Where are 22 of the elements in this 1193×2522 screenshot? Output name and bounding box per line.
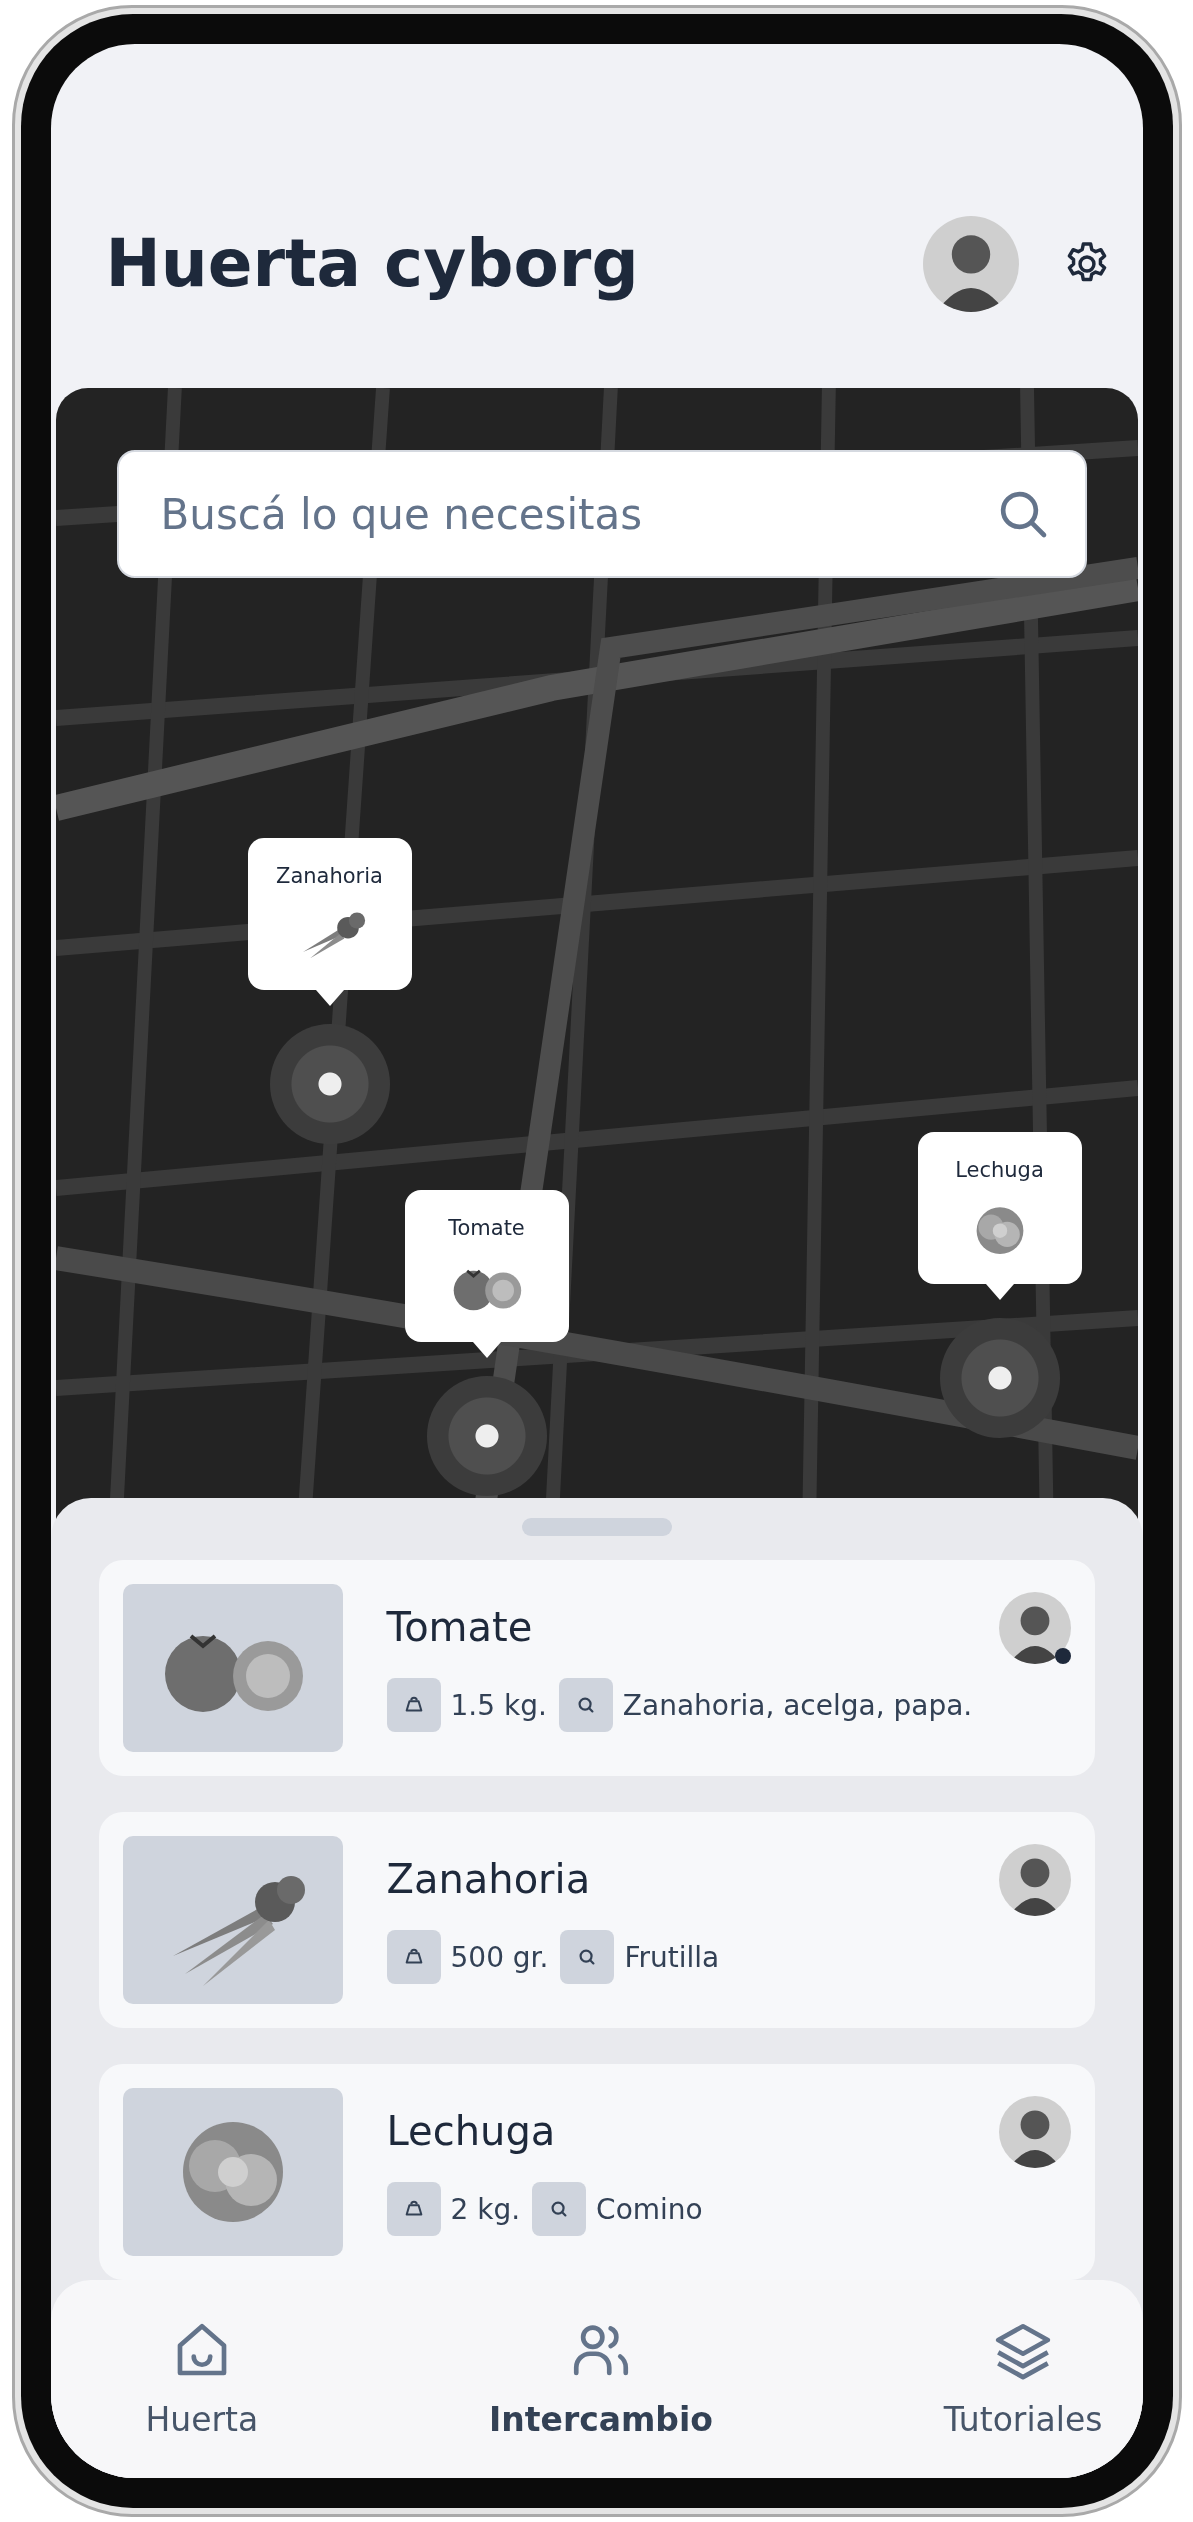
listing-card[interactable]: Lechuga 2 kg. Comino <box>98 2064 1095 2280</box>
nav-tab[interactable]: Huerta <box>145 2318 259 2439</box>
item-name: Tomate <box>386 1603 534 1652</box>
wanted-text: Frutilla <box>624 1940 720 1974</box>
search-icon <box>558 1678 613 1732</box>
listing-card[interactable]: Zanahoria 500 gr. Frutilla <box>98 1812 1095 2028</box>
wanted-text: Zanahoria, acelga, papa. <box>622 1688 973 1722</box>
search-icon <box>532 2182 587 2236</box>
wanted-text: Comino <box>596 2192 703 2226</box>
item-name: Zanahoria <box>386 1855 592 1904</box>
nav-tab[interactable]: Intercambio <box>488 2318 713 2439</box>
quantity-text: 2 kg. <box>450 2192 521 2226</box>
listing-card[interactable]: Tomate 1.5 kg. Zanahoria, acelga, papa. <box>98 1560 1095 1776</box>
weight-icon <box>386 1930 441 1984</box>
weight-icon <box>386 1678 441 1732</box>
quantity-text: 500 gr. <box>450 1940 549 1974</box>
weight-icon <box>386 2182 441 2236</box>
search-icon <box>560 1930 615 1984</box>
quantity-text: 1.5 kg. <box>450 1688 547 1722</box>
app-title: Huerta cyborg <box>105 224 640 304</box>
item-name: Lechuga <box>386 2107 557 2156</box>
nav-tab[interactable]: Tutoriales <box>943 2318 1103 2439</box>
